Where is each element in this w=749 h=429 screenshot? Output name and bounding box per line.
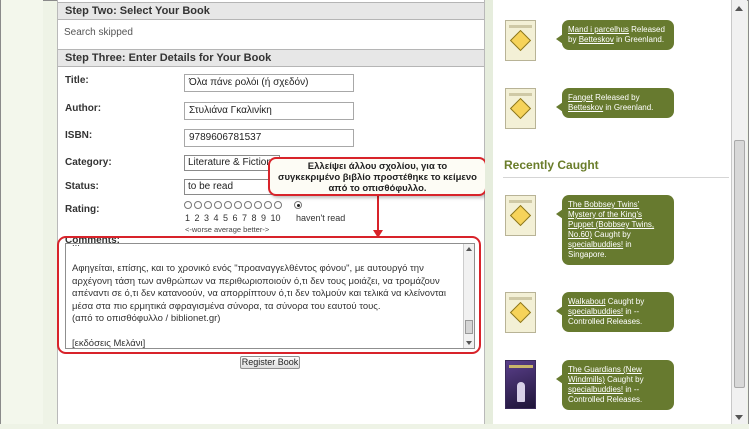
title-label: Title: <box>65 75 89 86</box>
status-select[interactable]: to be read <box>184 179 280 195</box>
rating-radio-5[interactable] <box>224 201 232 209</box>
annotation-callout: Ελλείψει άλλου σχολίου, για το συγκεκριμ… <box>268 157 487 196</box>
book-placeholder-icon[interactable] <box>505 292 536 333</box>
step-three-header: Step Three: Enter Details for Your Book <box>58 49 484 67</box>
search-skipped-text: Search skipped <box>64 27 133 38</box>
rating-radio-10[interactable] <box>274 201 282 209</box>
column-gutter <box>485 0 493 426</box>
rating-radio-1[interactable] <box>184 201 192 209</box>
register-book-button[interactable]: Register Book <box>240 356 300 369</box>
status-label: Status: <box>65 181 99 192</box>
rating-radio-9[interactable] <box>264 201 272 209</box>
rating-radio-7[interactable] <box>244 201 252 209</box>
rating-radio-6[interactable] <box>234 201 242 209</box>
window-bottom-edge <box>0 424 749 429</box>
release-bubble: Mand i parcelhus Released by Betteskov i… <box>556 20 674 50</box>
rating-radio-4[interactable] <box>214 201 222 209</box>
callout-arrow-line <box>377 196 379 232</box>
release-bubble: Fanget Released by Betteskov in Greenlan… <box>556 88 674 118</box>
page-scroll-up-icon[interactable] <box>735 6 743 11</box>
comments-highlight-outline <box>57 236 481 354</box>
release-book-link[interactable]: Mand i parcelhus <box>568 25 629 34</box>
caught-book-link[interactable]: Walkabout <box>568 297 606 306</box>
author-label: Author: <box>65 103 102 114</box>
recently-caught-heading: Recently Caught <box>504 158 599 172</box>
rating-radio-8[interactable] <box>254 201 262 209</box>
rating-numbers: 1 2 3 4 5 6 7 8 9 10 <box>185 213 281 223</box>
caught-bubble: The Guardians (New Windmills) Caught by … <box>556 360 674 410</box>
release-user-link[interactable]: Betteskov <box>579 35 614 44</box>
rating-label: Rating: <box>65 204 100 215</box>
rating-havent-read-label: haven't read <box>296 213 346 223</box>
caught-user-link[interactable]: specialbuddies! <box>568 385 623 394</box>
book-placeholder-icon[interactable] <box>505 88 536 129</box>
release-book-link[interactable]: Fanget <box>568 93 593 102</box>
rating-scale-hint: <-worse average better-> <box>185 225 270 234</box>
rating-radio-havent-read[interactable] <box>294 201 302 209</box>
category-select[interactable]: Literature & Fiction <box>184 155 280 171</box>
rating-radio-3[interactable] <box>204 201 212 209</box>
book-cover-image[interactable] <box>505 360 536 409</box>
title-input[interactable]: Όλα πάνε ρολόι (ή σχεδόν) <box>184 74 354 92</box>
page-scroll-down-icon[interactable] <box>735 415 743 420</box>
page-scrollbar[interactable] <box>731 0 747 426</box>
book-placeholder-icon[interactable] <box>505 20 536 61</box>
caught-bubble: Walkabout Caught by specialbuddies! in -… <box>556 292 674 332</box>
category-label: Category: <box>65 157 112 168</box>
caught-user-link[interactable]: specialbuddies! <box>568 307 623 316</box>
release-user-link[interactable]: Betteskov <box>568 103 603 112</box>
rating-radio-2[interactable] <box>194 201 202 209</box>
caught-user-link[interactable]: specialbuddies! <box>568 240 623 249</box>
book-placeholder-icon[interactable] <box>505 195 536 236</box>
page-left-margin <box>1 0 43 426</box>
sidebar-divider <box>503 177 729 178</box>
caught-bubble: The Bobbsey Twins' Mystery of the King's… <box>556 195 674 265</box>
isbn-input[interactable]: 9789606781537 <box>184 129 354 147</box>
step-two-header: Step Two: Select Your Book <box>58 2 484 20</box>
author-input[interactable]: Στυλιάνα Γκαλινίκη <box>184 102 354 120</box>
callout-arrow-head-icon <box>373 230 383 238</box>
page-scroll-thumb[interactable] <box>734 140 745 388</box>
isbn-label: ISBN: <box>65 130 93 141</box>
